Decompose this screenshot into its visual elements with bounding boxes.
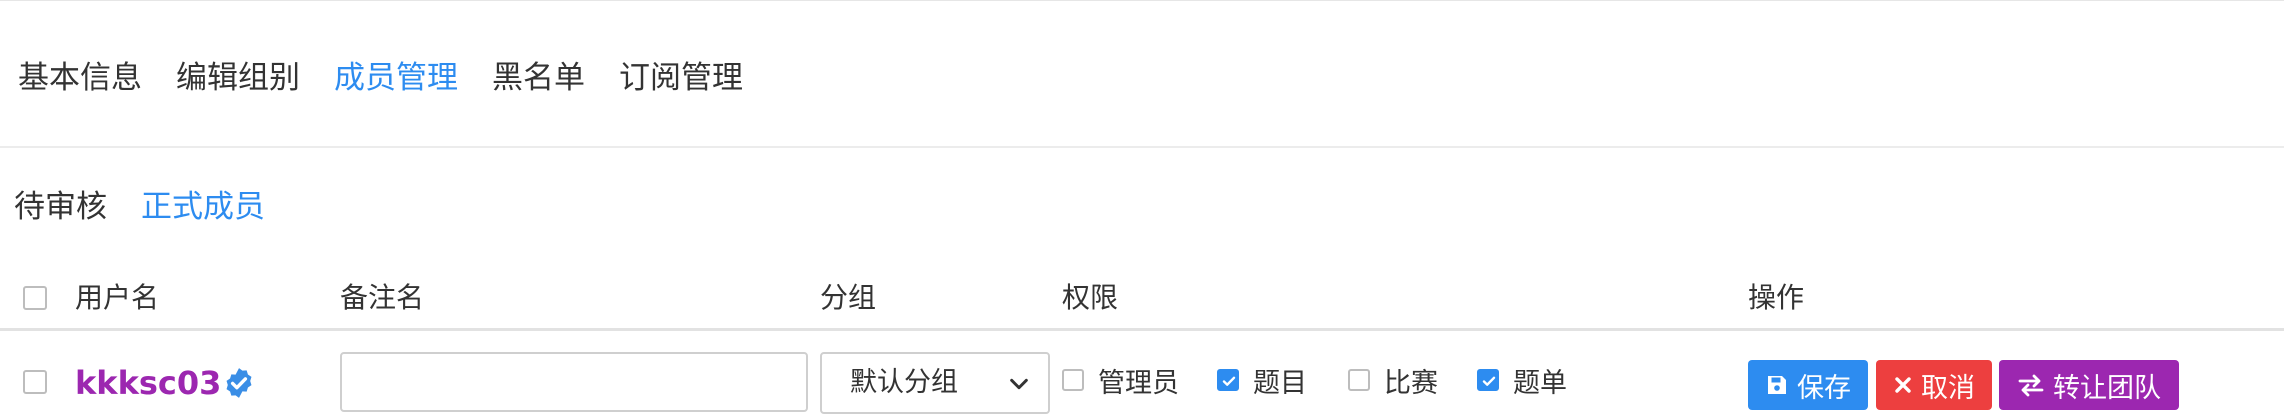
remark-input[interactable] — [340, 352, 808, 412]
top-border — [0, 0, 2284, 1]
check-icon — [1482, 376, 1496, 386]
permission-contests[interactable]: 比赛 — [1348, 364, 1438, 399]
permission-contests-checkbox[interactable] — [1348, 369, 1370, 391]
header-remark: 备注名 — [340, 281, 425, 314]
permission-problem-lists-label: 题单 — [1513, 367, 1567, 399]
select-all-checkbox[interactable] — [23, 286, 47, 310]
transfer-team-button[interactable]: 转让团队 — [1999, 360, 2179, 410]
transfer-team-button-label: 转让团队 — [2053, 372, 2161, 404]
header-permissions: 权限 — [1062, 281, 1119, 314]
permission-problems[interactable]: 题目 — [1217, 364, 1307, 399]
sub-tabs: 待审核 正式成员 — [14, 180, 299, 226]
header-group: 分组 — [820, 281, 877, 314]
header-actions: 操作 — [1748, 281, 1805, 314]
tabs-divider — [0, 146, 2284, 148]
close-icon — [1895, 377, 1911, 393]
main-tabs: 基本信息 编辑组别 成员管理 黑名单 订阅管理 — [18, 50, 777, 98]
subtab-pending[interactable]: 待审核 — [14, 181, 107, 226]
tab-blacklist[interactable]: 黑名单 — [492, 52, 585, 97]
table-header: 用户名 备注名 分组 权限 操作 — [0, 266, 2284, 330]
permission-problems-checkbox[interactable] — [1217, 369, 1239, 391]
subtab-official-members[interactable]: 正式成员 — [141, 181, 265, 226]
transfer-icon — [2018, 374, 2044, 397]
tab-basic-info[interactable]: 基本信息 — [18, 52, 142, 97]
tab-edit-groups[interactable]: 编辑组别 — [176, 52, 300, 97]
verified-badge-icon — [226, 368, 252, 398]
tab-member-management[interactable]: 成员管理 — [334, 52, 458, 97]
save-button[interactable]: 保存 — [1748, 360, 1868, 410]
table-row: kkksc03 默认分组 管理员 题目 比赛 题单 保存 取消 转让团队 — [0, 340, 2284, 420]
permission-admin-label: 管理员 — [1098, 367, 1179, 399]
header-divider — [0, 328, 2284, 331]
save-button-label: 保存 — [1797, 372, 1851, 404]
permission-problem-lists[interactable]: 题单 — [1477, 364, 1567, 399]
chevron-down-icon — [1010, 378, 1028, 390]
permission-contests-label: 比赛 — [1384, 367, 1438, 399]
row-select-checkbox[interactable] — [23, 370, 47, 394]
tab-subscription-management[interactable]: 订阅管理 — [619, 52, 743, 97]
permission-problems-label: 题目 — [1253, 367, 1307, 399]
permission-problem-lists-checkbox[interactable] — [1477, 369, 1499, 391]
save-icon — [1768, 376, 1786, 394]
permission-admin-checkbox[interactable] — [1062, 369, 1084, 391]
check-icon — [1222, 376, 1236, 386]
cancel-button[interactable]: 取消 — [1876, 360, 1992, 410]
cancel-button-label: 取消 — [1921, 372, 1975, 404]
group-select[interactable]: 默认分组 — [820, 352, 1050, 414]
permission-admin[interactable]: 管理员 — [1062, 364, 1179, 399]
username-link[interactable]: kkksc03 — [75, 364, 221, 402]
header-username: 用户名 — [75, 281, 160, 314]
group-select-value: 默认分组 — [850, 367, 958, 398]
